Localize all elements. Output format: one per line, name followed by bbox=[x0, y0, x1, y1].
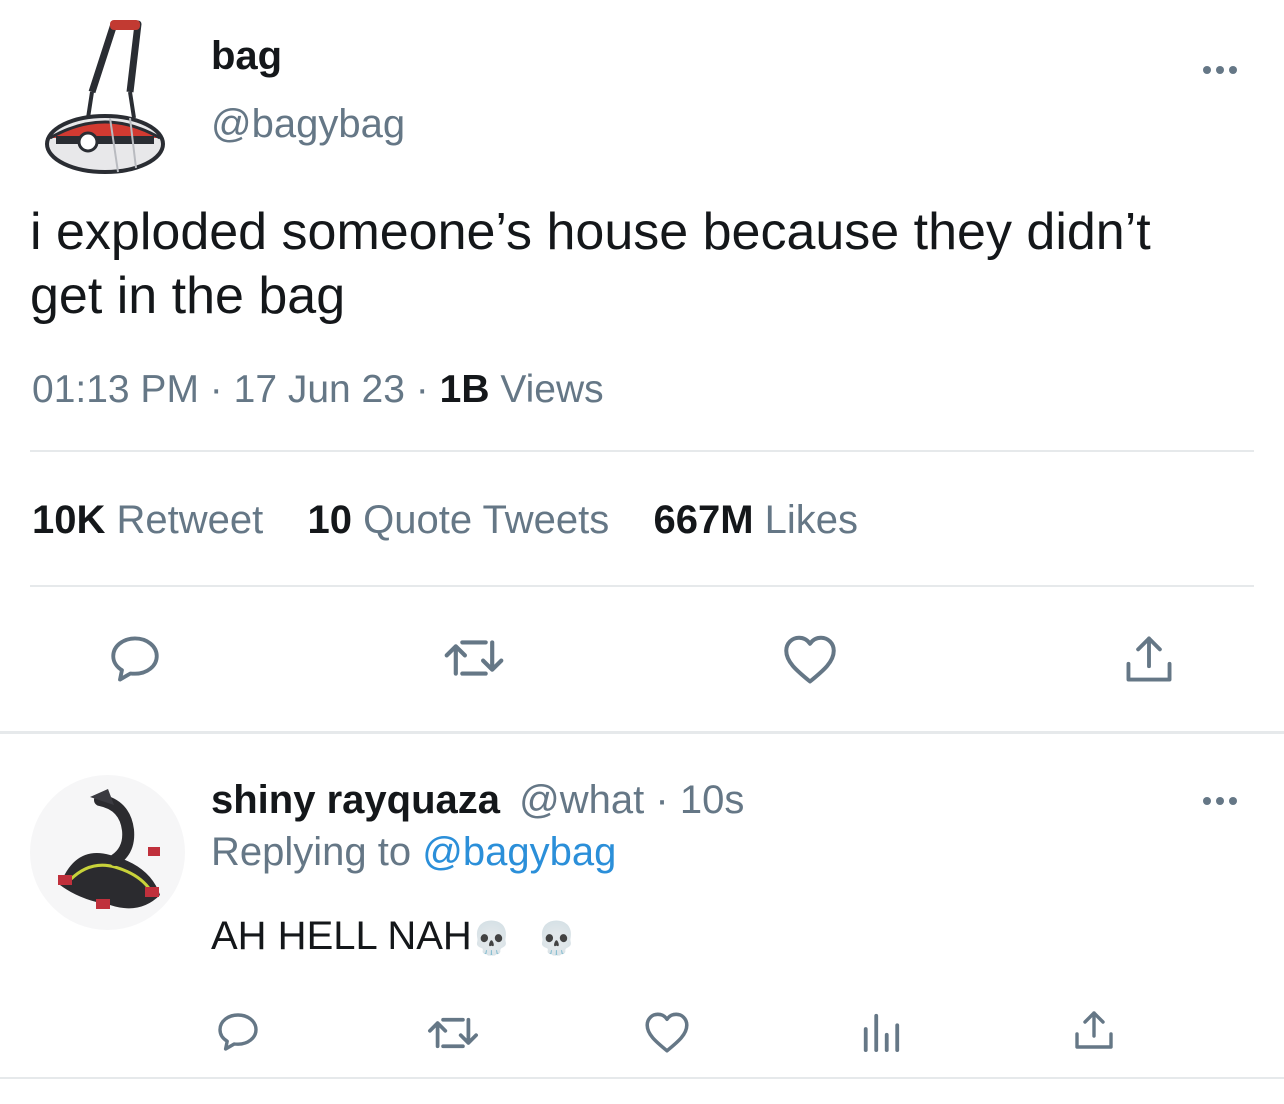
quote-label: Quote Tweets bbox=[363, 498, 610, 542]
quote-stat[interactable]: 10 Quote Tweets bbox=[308, 498, 621, 542]
more-options-icon[interactable] bbox=[1203, 66, 1237, 74]
views-count: 1B bbox=[439, 368, 490, 411]
author-display-name[interactable]: bag bbox=[211, 34, 282, 79]
retweet-icon bbox=[428, 1017, 478, 1049]
quote-count: 10 bbox=[307, 498, 353, 542]
tweet-meta: 01:13 PM · 17 Jun 23 · 1B Views bbox=[32, 368, 604, 412]
reply-header: shiny rayquaza @what · 10s bbox=[211, 778, 744, 823]
rayquaza-avatar-image bbox=[58, 789, 160, 909]
reply-avatar[interactable] bbox=[30, 775, 185, 930]
reply-more-options-icon[interactable] bbox=[1203, 797, 1237, 805]
reply-retweet-button[interactable] bbox=[424, 1011, 482, 1055]
divider bbox=[30, 585, 1254, 587]
divider bbox=[30, 450, 1254, 452]
retweet-label: Retweet bbox=[116, 498, 264, 542]
reply-handle[interactable]: @what bbox=[519, 778, 644, 822]
comment-bubble-icon bbox=[218, 1013, 258, 1051]
likes-count: 667M bbox=[653, 498, 754, 542]
skull-emoji: 💀 bbox=[471, 920, 512, 956]
separator: · bbox=[655, 778, 669, 822]
views-label: Views bbox=[500, 368, 604, 411]
reply-analytics-button[interactable] bbox=[858, 1010, 904, 1052]
share-upload-icon bbox=[1126, 636, 1172, 682]
separator: · bbox=[209, 368, 223, 411]
comment-bubble-icon bbox=[111, 636, 159, 682]
tweet-stats: 10K Retweet 10 Quote Tweets 667M Likes bbox=[32, 498, 858, 543]
reply-time[interactable]: 10s bbox=[680, 778, 745, 822]
retweet-icon bbox=[444, 640, 504, 676]
bottom-divider bbox=[0, 1077, 1284, 1079]
tweet-date[interactable]: 17 Jun 23 bbox=[234, 368, 405, 411]
reply-display-name[interactable]: shiny rayquaza bbox=[211, 778, 500, 822]
like-button[interactable] bbox=[780, 630, 840, 688]
separator: · bbox=[415, 368, 429, 411]
section-divider bbox=[0, 731, 1284, 734]
tweet-text: i exploded someone’s house because they … bbox=[30, 200, 1151, 328]
reply-share-button[interactable] bbox=[1070, 1006, 1118, 1054]
retweet-count: 10K bbox=[32, 498, 106, 542]
bar-chart-icon bbox=[863, 1013, 900, 1052]
reply-reply-button[interactable] bbox=[214, 1008, 262, 1056]
reply-button[interactable] bbox=[106, 630, 164, 688]
tweet-text-line: get in the bag bbox=[30, 267, 346, 325]
retweet-stat[interactable]: 10K Retweet bbox=[32, 498, 274, 542]
tweet-text-line: i exploded someone’s house because they … bbox=[30, 203, 1151, 261]
likes-label: Likes bbox=[764, 498, 859, 542]
replying-to: Replying to @bagybag bbox=[211, 830, 616, 875]
replying-to-handle-link[interactable]: @bagybag bbox=[422, 830, 616, 874]
retweet-button[interactable] bbox=[440, 632, 508, 684]
reply-text: AH HELL NAH💀 💀 bbox=[211, 914, 577, 959]
replying-to-label: Replying to bbox=[211, 830, 412, 874]
reply-like-button[interactable] bbox=[642, 1008, 692, 1056]
share-button[interactable] bbox=[1120, 630, 1178, 688]
tweet-time[interactable]: 01:13 PM bbox=[32, 368, 199, 411]
bag-avatar-image bbox=[45, 20, 165, 174]
share-upload-icon bbox=[1075, 1011, 1113, 1049]
author-handle[interactable]: @bagybag bbox=[211, 102, 405, 147]
heart-icon bbox=[784, 635, 836, 684]
likes-stat[interactable]: 667M Likes bbox=[653, 498, 858, 542]
author-avatar[interactable] bbox=[30, 18, 180, 178]
skull-emoji: 💀 bbox=[536, 920, 577, 956]
reply-text-body: AH HELL NAH bbox=[211, 914, 472, 958]
heart-icon bbox=[645, 1012, 689, 1053]
